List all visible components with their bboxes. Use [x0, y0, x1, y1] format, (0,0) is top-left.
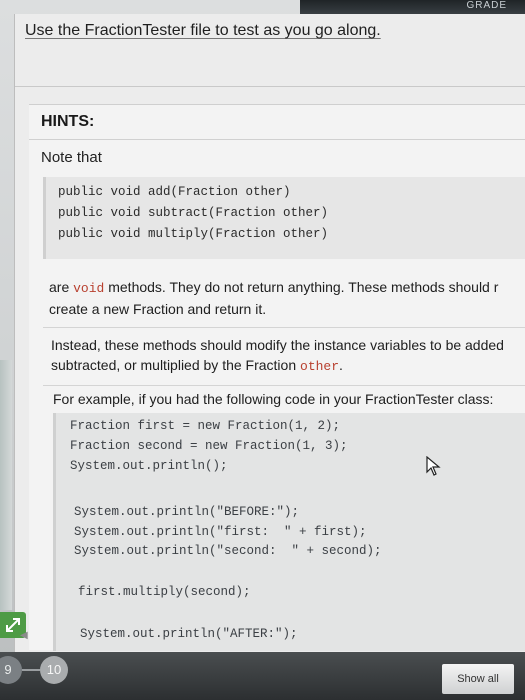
code-line: System.out.println("second: " + second);	[74, 544, 382, 558]
text: are	[49, 279, 74, 295]
text: methods. They do not return anything. Th…	[104, 279, 499, 295]
code-line: System.out.println("AFTER:");	[80, 627, 298, 641]
code-line: Fraction second = new Fraction(1, 3);	[70, 439, 348, 453]
text: .	[339, 357, 343, 373]
code-line: System.out.println("BEFORE:");	[74, 505, 300, 519]
text: create a new Fraction and return it.	[49, 301, 267, 317]
intro-text: Use the FractionTester file to test as y…	[25, 22, 381, 39]
method-signatures-code: public void add(Fraction other) public v…	[43, 177, 525, 259]
page-connector	[22, 669, 40, 671]
note-text: Note that	[41, 149, 102, 166]
divider	[15, 86, 525, 87]
code-line: System.out.println();	[70, 459, 228, 473]
mouse-pointer-icon	[426, 456, 441, 476]
example-code: Fraction first = new Fraction(1, 2); Fra…	[53, 413, 525, 651]
example-paragraph: For example, if you had the following co…	[53, 391, 494, 407]
left-edge-shading	[0, 360, 12, 610]
text: subtracted, or multiplied by the Fractio…	[51, 357, 301, 373]
code-line: Fraction first = new Fraction(1, 2);	[70, 419, 341, 433]
grade-label: GRADE	[466, 0, 507, 11]
hints-panel: HINTS: Note that public void add(Fractio…	[29, 104, 525, 651]
screen: GRADE Use the FractionTester file to tes…	[0, 0, 525, 700]
code-line: System.out.println("first: " + first);	[74, 525, 367, 539]
scroll-left-icon[interactable]: ◀	[20, 630, 28, 641]
divider	[43, 385, 525, 386]
assignment-page: Use the FractionTester file to test as y…	[14, 14, 525, 654]
void-keyword: void	[73, 281, 105, 296]
code-line: public void add(Fraction other)	[58, 185, 291, 199]
hints-title: HINTS:	[41, 113, 95, 130]
divider	[29, 139, 525, 140]
void-methods-paragraph: are void methods. They do not return any…	[49, 277, 525, 319]
text: Instead, these methods should modify the…	[51, 337, 504, 353]
divider	[43, 327, 525, 328]
code-line: public void subtract(Fraction other)	[58, 206, 329, 220]
page-10-button[interactable]: 10	[40, 656, 68, 684]
code-line: first.multiply(second);	[78, 585, 251, 599]
instead-paragraph: Instead, these methods should modify the…	[51, 335, 525, 377]
code-line: public void multiply(Fraction other)	[58, 227, 329, 241]
other-keyword: other	[300, 359, 340, 374]
show-all-button[interactable]: Show all	[442, 664, 514, 694]
